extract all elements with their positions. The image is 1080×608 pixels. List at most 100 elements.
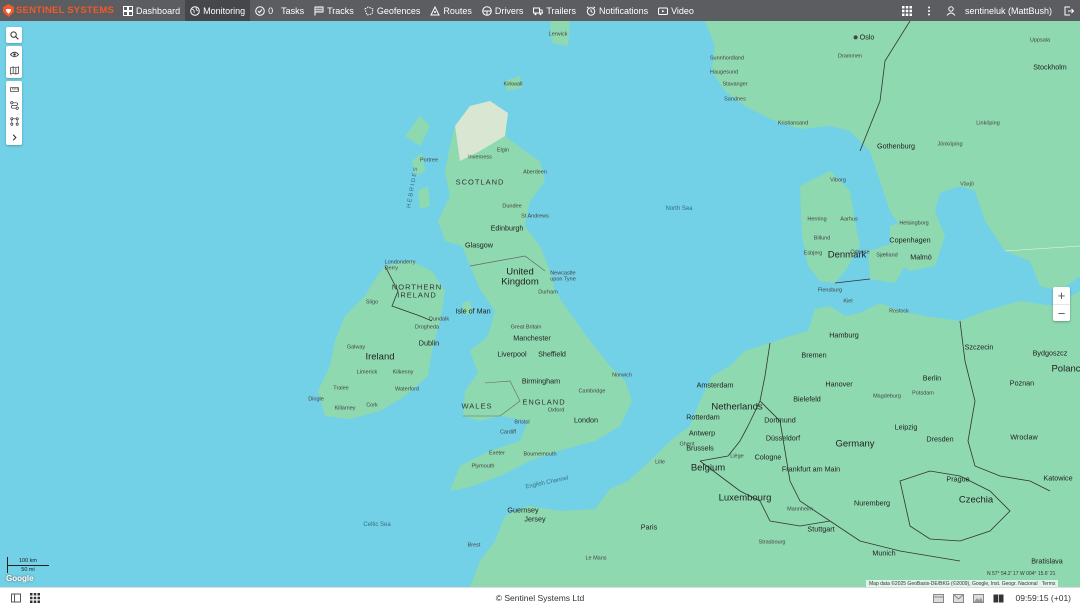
nav-trailers[interactable]: Trailers <box>528 0 581 21</box>
nav-tracks[interactable]: Tracks <box>309 0 359 21</box>
nav-notifications[interactable]: Notifications <box>581 0 653 21</box>
nav-drivers[interactable]: Drivers <box>477 0 529 21</box>
town-brest: Brest <box>467 542 481 549</box>
city-cologne: Cologne <box>754 452 782 462</box>
ruler-icon <box>9 86 19 92</box>
app-logo[interactable]: SENTINEL SYSTEMS <box>0 0 118 21</box>
map-type-button[interactable] <box>6 62 22 78</box>
logout-icon <box>1064 6 1074 15</box>
town-drogheda: Drogheda <box>414 324 440 331</box>
town-jonkoping: Jönköping <box>937 141 963 148</box>
town-lille: Lille <box>655 459 665 466</box>
label-belgium: Belgium <box>690 462 726 474</box>
town-galway: Galway <box>346 344 366 351</box>
city-dresden: Dresden <box>926 434 954 444</box>
footer-mail-button[interactable] <box>951 592 965 604</box>
town-helsingborg: Helsingborg <box>899 220 929 227</box>
visibility-button[interactable] <box>6 46 22 62</box>
nav-dashboard[interactable]: Dashboard <box>118 0 185 21</box>
chevron-right-icon <box>12 133 17 141</box>
zoom-in-button[interactable]: + <box>1053 287 1070 304</box>
town-londonderry: Londonderry Derry <box>384 259 416 271</box>
city-birmingham: Birmingham <box>521 376 561 386</box>
label-wales: WALES <box>461 401 493 411</box>
user-menu[interactable]: sentineluk (MattBush) <box>940 6 1058 16</box>
map-view-group <box>6 46 22 78</box>
city-szczecin: Szczecin <box>964 342 994 352</box>
footer-panel-1-button[interactable] <box>931 592 945 604</box>
nodes-icon <box>9 116 19 126</box>
expand-toolbar-button[interactable] <box>6 129 22 145</box>
map-scale: 100 km 50 mi <box>7 557 49 573</box>
town-oxford: Oxford <box>547 407 565 414</box>
town-sligo: Sligo <box>365 299 379 306</box>
town-great-britain: Great Britain <box>510 324 542 331</box>
town-uppsala: Uppsala <box>1029 37 1051 44</box>
network-tool-button[interactable] <box>6 113 22 129</box>
map-tools-group <box>6 81 22 145</box>
label-isle-of-man: Isle of Man <box>455 306 491 316</box>
sidebar-icon <box>11 593 21 603</box>
book-icon <box>993 594 1004 602</box>
dashboard-icon <box>123 5 134 16</box>
city-stockholm: Stockholm <box>1033 62 1067 72</box>
town-dundee: Dundee <box>502 203 522 210</box>
status-bar: © Sentinel Systems Ltd 09:59:15 (+01) <box>0 587 1080 608</box>
map-canvas[interactable]: SCOTLAND NORTHERN IRELAND United Kingdom… <box>0 21 1080 587</box>
label-luxembourg: Luxembourg <box>718 492 772 504</box>
city-copenhagen: Copenhagen <box>889 235 931 245</box>
town-newcastle: Newcastle upon Tyne <box>550 270 576 282</box>
town-bristol: Bristol <box>514 419 530 426</box>
town-cardiff: Cardiff <box>499 429 517 436</box>
footer-book-button[interactable] <box>991 592 1005 604</box>
town-viborg: Viborg <box>830 177 846 184</box>
nav-trailers-label: Trailers <box>546 5 577 16</box>
label-czechia: Czechia <box>958 494 994 506</box>
nav-monitoring[interactable]: Monitoring <box>185 0 251 21</box>
alarm-clock-icon <box>586 5 596 16</box>
footer-image-button[interactable] <box>971 592 985 604</box>
nav-geofences[interactable]: Geofences <box>359 0 426 21</box>
city-oslo: Oslo <box>853 33 874 40</box>
city-poznan: Poznan <box>1009 378 1035 388</box>
label-northern-ireland-2: IRELAND <box>397 290 437 300</box>
clock: 09:59:15 (+01) <box>1015 593 1071 603</box>
search-icon <box>9 30 19 40</box>
video-icon <box>658 7 669 15</box>
town-lerwick: Lerwick <box>548 31 568 38</box>
town-elgin: Elgin <box>496 147 510 154</box>
town-portree: Portree <box>419 157 439 164</box>
label-jersey: Jersey <box>524 514 546 524</box>
apps-grid-button[interactable] <box>896 0 918 21</box>
town-dingle: Dingle <box>308 396 324 403</box>
mail-icon <box>952 593 964 603</box>
city-malmo: Malmö <box>910 252 932 262</box>
city-bielefeld: Bielefeld <box>793 394 821 404</box>
map-search-button[interactable] <box>6 27 22 43</box>
measure-tool-button[interactable] <box>6 81 22 97</box>
town-liege: Liège <box>730 453 744 460</box>
toggle-sidebar-button[interactable] <box>10 592 22 604</box>
city-hamburg: Hamburg <box>829 330 859 340</box>
city-katowice: Katowice <box>1043 473 1073 483</box>
town-inverness: Inverness <box>468 154 492 161</box>
map-search-group <box>6 27 22 43</box>
town-kilkenny: Kilkenny <box>392 369 414 376</box>
nav-tasks[interactable]: 0 Tasks <box>250 0 309 21</box>
steering-wheel-icon <box>482 5 492 16</box>
zoom-out-button[interactable]: − <box>1053 304 1070 321</box>
town-cork: Cork <box>366 402 378 409</box>
route-tool-button[interactable] <box>6 97 22 113</box>
logout-button[interactable] <box>1058 0 1080 21</box>
check-circle-icon <box>255 5 265 16</box>
grid-view-button[interactable] <box>29 592 41 604</box>
town-sandnes: Sandnes <box>724 96 746 103</box>
town-rostock: Rostock <box>889 308 909 315</box>
main-nav: Dashboard Monitoring 0 Tasks Tracks Geof… <box>118 0 699 21</box>
town-ghent: Ghent <box>679 441 695 448</box>
nav-routes[interactable]: Routes <box>425 0 477 21</box>
globe-icon <box>190 5 200 16</box>
more-menu-button[interactable] <box>918 0 940 21</box>
nav-video[interactable]: Video <box>653 0 699 21</box>
geofence-icon <box>364 5 374 16</box>
